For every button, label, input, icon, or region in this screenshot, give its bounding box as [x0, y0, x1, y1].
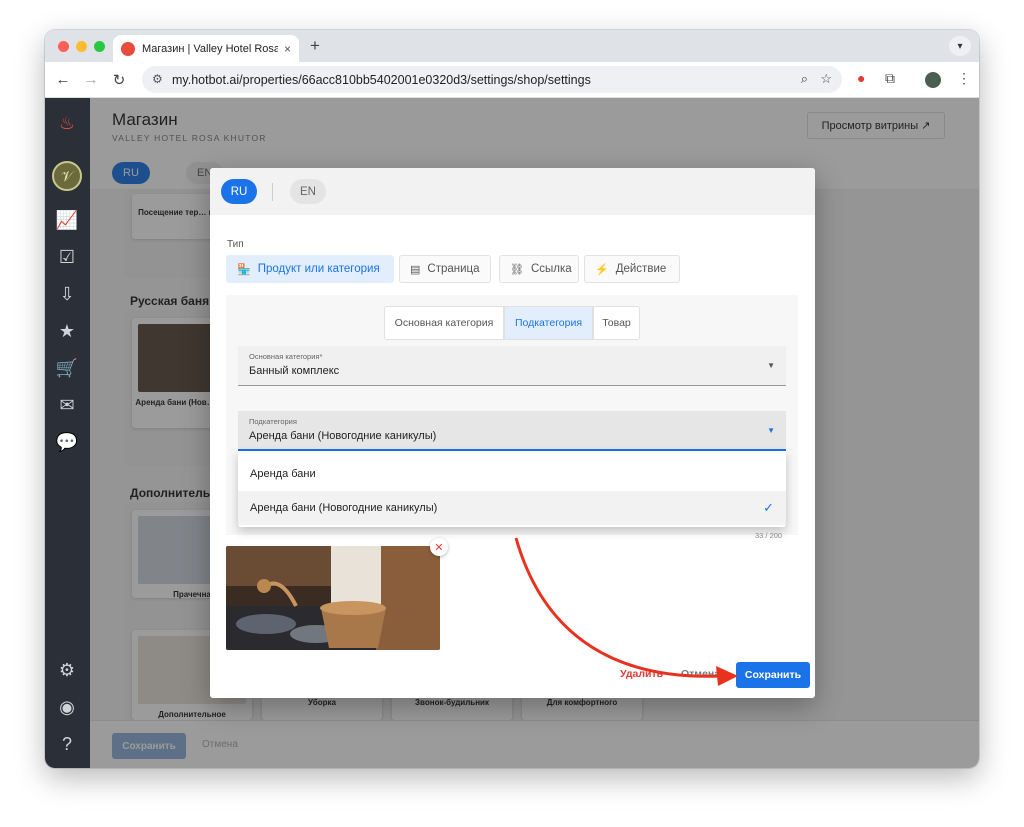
reviews-star-icon[interactable]: ★ [56, 320, 78, 342]
flame-logo-icon[interactable]: ♨ [56, 112, 78, 134]
browser-toolbar: ← → ↻ ⚙ my.hotbot.ai/properties/66acc810… [45, 62, 979, 98]
tab-search-icon[interactable]: ▾ [949, 36, 971, 56]
delete-button[interactable]: Удалить [620, 668, 663, 680]
new-tab-button[interactable]: + [310, 36, 320, 56]
lang-divider [272, 183, 273, 201]
subcategory-option-selected[interactable]: Аренда бани (Новогодние каникулы) ✓ [238, 491, 786, 525]
minimize-window-button[interactable] [76, 41, 87, 52]
tasks-check-icon[interactable]: ☑ [56, 246, 78, 268]
dialog-lang-en[interactable]: EN [290, 179, 326, 204]
type-product-category-button[interactable]: 🏪 Продукт или категория [226, 255, 394, 283]
subcategory-select[interactable]: Подкатегория Аренда бани (Новогодние кан… [238, 411, 786, 451]
subcategory-option[interactable]: Аренда бани [238, 457, 786, 491]
main-category-select[interactable]: Основная категория* Банный комплекс ▼ [238, 346, 786, 386]
type-link-button[interactable]: ⛓ Ссылка [499, 255, 579, 283]
item-image [226, 546, 440, 650]
back-icon[interactable]: ← [49, 71, 77, 88]
menu-item-dialog: RU EN Тип 🏪 Продукт или категория ▤ Страни… [210, 168, 815, 698]
tab-title: Магазин | Valley Hotel Rosa K [142, 42, 278, 55]
opera-extension-icon[interactable]: ● [857, 70, 865, 86]
chevron-down-icon: ▼ [767, 361, 775, 370]
subcategory-label: Подкатегория [249, 417, 297, 426]
type-action-button[interactable]: ⚡ Действие [584, 255, 680, 283]
type-label: Тип [227, 239, 244, 250]
main-category-value: Банный комплекс [249, 365, 340, 377]
segment-product[interactable]: Товар [593, 306, 640, 340]
remove-image-icon[interactable]: ✕ [430, 538, 448, 556]
account-icon[interactable]: ◉ [56, 696, 78, 718]
chat-icon[interactable]: 💬 [56, 431, 78, 453]
settings-gear-icon[interactable]: ⚙ [56, 659, 78, 681]
dialog-save-button[interactable]: Сохранить [736, 662, 810, 688]
segment-subcategory[interactable]: Подкатегория [504, 306, 593, 340]
chevron-down-icon: ▼ [767, 426, 775, 435]
type-page-button[interactable]: ▤ Страница [399, 255, 491, 283]
page-icon: ▤ [410, 263, 421, 276]
dialog-lang-bar: RU EN [210, 168, 815, 215]
property-avatar[interactable]: 𝒱 [52, 161, 82, 191]
bolt-icon: ⚡ [595, 263, 609, 276]
subcategory-value: Аренда бани (Новогодние каникулы) [249, 430, 437, 442]
main-category-label: Основная категория* [249, 352, 323, 361]
extensions-puzzle-icon[interactable]: ⧉ [885, 70, 895, 87]
mail-icon[interactable]: ✉ [56, 394, 78, 416]
link-icon: ⛓ [510, 263, 524, 276]
zoom-window-button[interactable] [94, 41, 105, 52]
sidebar: ♨ 𝒱 📈 ☑ ⇩ ★ 🛒 ✉ 💬 ⚙ ◉ ? [45, 98, 90, 768]
address-bar[interactable]: ⚙ my.hotbot.ai/properties/66acc810bb5402… [142, 66, 842, 93]
bookmark-star-icon[interactable]: ☆ [820, 71, 832, 87]
reload-icon[interactable]: ↻ [105, 71, 133, 89]
forward-icon[interactable]: → [77, 71, 105, 88]
check-icon: ✓ [763, 500, 774, 515]
help-icon[interactable]: ? [56, 733, 78, 755]
profile-avatar[interactable] [925, 72, 941, 88]
hotbot-favicon-icon [121, 41, 135, 56]
zoom-icon[interactable]: ⌕ [801, 71, 808, 87]
dialog-cancel-button[interactable]: Отмена [681, 668, 720, 680]
inbox-download-icon[interactable]: ⇩ [56, 283, 78, 305]
url-text: my.hotbot.ai/properties/66acc810bb540200… [172, 72, 591, 87]
analytics-icon[interactable]: 📈 [56, 209, 78, 231]
close-window-button[interactable] [58, 41, 69, 52]
tab-close-icon[interactable]: × [284, 42, 291, 56]
store-icon: 🏪 [237, 263, 251, 276]
subcategory-dropdown: Аренда бани Аренда бани (Новогодние кани… [238, 451, 786, 527]
tab-strip: Магазин | Valley Hotel Rosa K × + ▾ [45, 30, 979, 62]
dialog-lang-ru[interactable]: RU [221, 179, 257, 204]
browser-tab[interactable]: Магазин | Valley Hotel Rosa K × [113, 35, 299, 62]
char-counter: 33 / 200 [755, 531, 783, 540]
browser-menu-icon[interactable]: ⋮ [957, 70, 971, 87]
segment-main-category[interactable]: Основная категория [384, 306, 504, 340]
shop-cart-icon[interactable]: 🛒 [56, 357, 78, 379]
site-info-icon[interactable]: ⚙ [152, 72, 163, 86]
